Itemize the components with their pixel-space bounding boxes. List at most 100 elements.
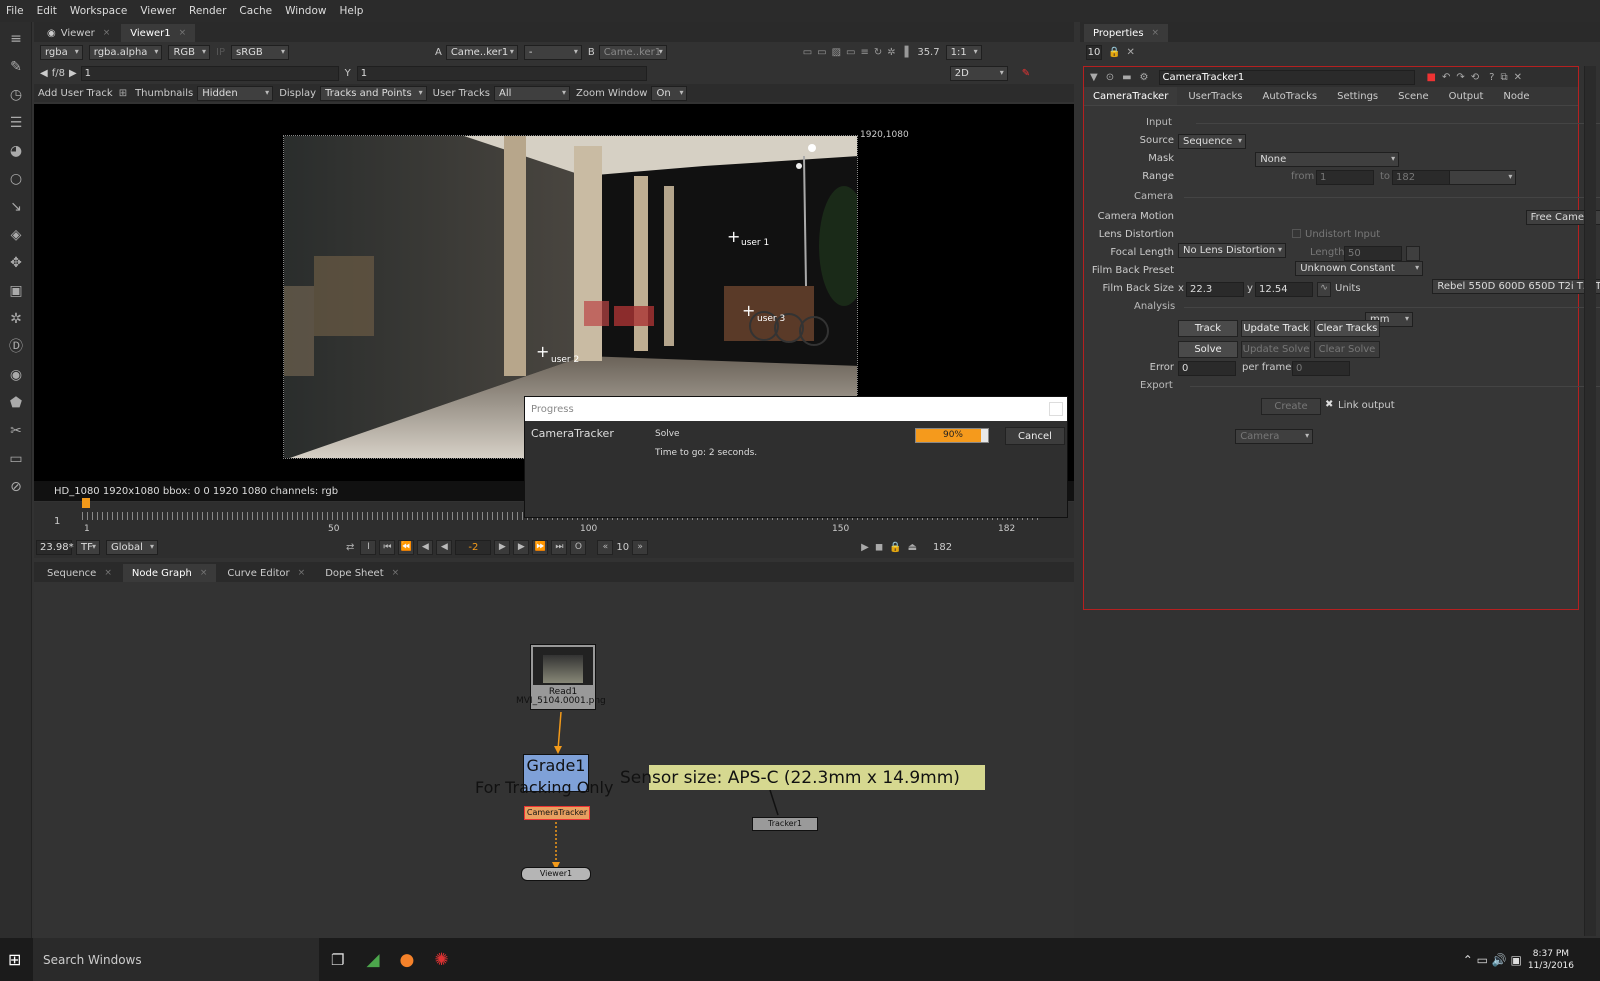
tab-properties[interactable]: Properties × — [1084, 24, 1169, 42]
cameratracker-node[interactable]: CameraTracker — [524, 806, 590, 820]
revert-icon[interactable]: ⟲ — [1471, 72, 1479, 83]
color-swatch-icon[interactable]: ■ — [1427, 72, 1436, 83]
undistort-checkbox[interactable] — [1292, 229, 1301, 238]
camera-motion-label: Camera Motion — [1097, 211, 1174, 222]
units-label: Units — [1335, 283, 1361, 294]
tab-properties-label: Properties — [1093, 27, 1144, 39]
tracker-node-label: Tracker1 — [768, 819, 802, 828]
viewer-toggle-icon[interactable]: ⊙ — [1106, 72, 1114, 83]
create-button[interactable]: Create — [1261, 398, 1321, 415]
lock-icon[interactable]: 🔒 — [1108, 47, 1120, 58]
mask-label: Mask — [1148, 153, 1174, 164]
section-analysis: Analysis — [1134, 301, 1600, 312]
max-panels-field[interactable]: 10 — [1086, 45, 1102, 60]
tab-settings[interactable]: Settings — [1328, 87, 1387, 105]
progress-stage: Solve — [655, 429, 680, 439]
progress-bar: 90% — [915, 428, 989, 443]
link-output-label: Link output — [1338, 400, 1395, 411]
search-placeholder: Search Windows — [43, 952, 142, 967]
sticky-note-text: Sensor size: APS-C (22.3mm x 14.9mm) — [620, 768, 960, 788]
length-anim-button[interactable] — [1406, 246, 1420, 261]
tab-autotracks[interactable]: AutoTracks — [1254, 87, 1327, 105]
search-box[interactable]: Search Windows — [33, 938, 319, 981]
film-back-size-label: Film Back Size — [1102, 283, 1174, 294]
grade-note: For Tracking Only — [475, 778, 614, 797]
section-export: Export — [1140, 380, 1600, 391]
app-icon-green[interactable]: ◢ — [366, 950, 379, 970]
viewer-node[interactable]: Viewer1 — [521, 867, 591, 881]
read-file-label: MVI_5104.0001.png — [516, 696, 606, 706]
clear-solve-button[interactable]: Clear Solve — [1314, 341, 1380, 358]
viewer-node-label: Viewer1 — [539, 869, 573, 878]
section-input: Input — [1146, 117, 1600, 128]
film-back-x-field[interactable]: 22.3 — [1186, 282, 1244, 297]
progress-title-bar: Progress — [525, 397, 1067, 421]
cameratracker-node-label: CameraTracker — [526, 808, 588, 817]
to-field[interactable]: 182 — [1392, 170, 1450, 185]
source-dropdown[interactable]: Sequence — [1178, 134, 1246, 149]
film-back-preset-label: Film Back Preset — [1091, 265, 1174, 276]
length-field[interactable]: 50 — [1344, 246, 1402, 261]
focal-length-label: Focal Length — [1110, 247, 1174, 258]
error-label: Error — [1149, 362, 1174, 373]
grade-node-label: Grade1 — [526, 756, 586, 775]
tracker-node[interactable]: Tracker1 — [752, 817, 818, 831]
start-icon[interactable]: ⊞ — [8, 950, 32, 969]
film-back-preset-dropdown[interactable]: Rebel 550D 600D 650D T2i T3i T4i Video — [1432, 279, 1600, 294]
to-label: to — [1380, 171, 1391, 182]
redo-icon[interactable]: ↷ — [1456, 72, 1464, 83]
film-back-y-field[interactable]: 12.54 — [1255, 282, 1313, 297]
source-label: Source — [1139, 135, 1174, 146]
node-name-field[interactable]: CameraTracker1 — [1158, 69, 1415, 85]
properties-tab-bar: Properties × — [1080, 22, 1600, 42]
clock-time: 8:37 PM — [1532, 948, 1570, 959]
lens-distortion-dropdown[interactable]: No Lens Distortion — [1178, 243, 1286, 258]
film-back-x-label: x — [1178, 283, 1184, 294]
node-color-icon[interactable]: ▬ — [1122, 72, 1131, 83]
solve-button[interactable]: Solve — [1178, 341, 1238, 358]
cancel-button[interactable]: Cancel — [1005, 427, 1065, 445]
from-field[interactable]: 1 — [1316, 170, 1374, 185]
help-icon[interactable]: ? — [1489, 72, 1494, 83]
from-label: from — [1291, 171, 1315, 182]
update-track-button[interactable]: Update Track — [1241, 320, 1311, 337]
tab-output[interactable]: Output — [1440, 87, 1493, 105]
tab-node[interactable]: Node — [1494, 87, 1538, 105]
properties-scrollbar[interactable] — [1584, 66, 1596, 936]
progress-task: CameraTracker — [531, 427, 614, 440]
section-camera: Camera — [1134, 191, 1600, 202]
close-icon[interactable]: ✕ — [1514, 72, 1522, 83]
system-tray-icons[interactable]: ⌃ ▭ 🔊 ▣ — [1463, 953, 1522, 967]
firefox-icon[interactable]: ● — [400, 950, 415, 970]
clear-tracks-button[interactable]: Clear Tracks — [1314, 320, 1380, 337]
task-view-icon[interactable]: ❐ — [331, 951, 344, 969]
progress-close-button[interactable] — [1049, 402, 1063, 416]
nuke-icon[interactable]: ✺ — [434, 950, 448, 970]
clear-panels-icon[interactable]: ✕ — [1126, 47, 1134, 58]
settings-icon[interactable]: ⚙ — [1140, 72, 1149, 83]
export-dropdown[interactable]: Camera — [1235, 429, 1314, 444]
per-frame-field[interactable]: 0 — [1292, 361, 1350, 376]
tab-usertracks[interactable]: UserTracks — [1179, 87, 1251, 105]
length-label: Length — [1310, 247, 1345, 258]
mask-dropdown[interactable]: None — [1255, 152, 1400, 167]
tab-cameratracker[interactable]: CameraTracker — [1084, 87, 1178, 105]
close-icon[interactable]: × — [1152, 28, 1160, 38]
track-button[interactable]: Track — [1178, 320, 1238, 337]
clock[interactable]: 8:37 PM 11/3/2016 — [1528, 948, 1574, 972]
progress-percent: 90% — [942, 430, 963, 440]
read-thumbnail — [533, 647, 593, 685]
focal-length-dropdown[interactable]: Unknown Constant — [1295, 261, 1424, 276]
link-output-checkbox[interactable]: ✖ — [1325, 399, 1333, 410]
undo-icon[interactable]: ↶ — [1442, 72, 1450, 83]
curve-icon[interactable]: ∿ — [1317, 282, 1331, 297]
per-frame-label: per frame — [1242, 362, 1292, 373]
film-back-y-label: y — [1247, 283, 1253, 294]
collapse-icon[interactable]: ▼ — [1090, 72, 1098, 83]
float-icon[interactable]: ⧉ — [1500, 72, 1507, 83]
windows-taskbar: ⊞ Search Windows ❐ ◢ ● ✺ ⌃ ▭ 🔊 ▣ 8:37 PM… — [0, 938, 1600, 981]
update-solve-button[interactable]: Update Solve — [1241, 341, 1311, 358]
tab-scene[interactable]: Scene — [1389, 87, 1438, 105]
cameratracker-properties: ▼ ⊙ ▬ ⚙ CameraTracker1 ■ ↶ ↷ ⟲ ? ⧉ ✕ Cam… — [1083, 66, 1600, 610]
error-field[interactable]: 0 — [1178, 361, 1236, 376]
